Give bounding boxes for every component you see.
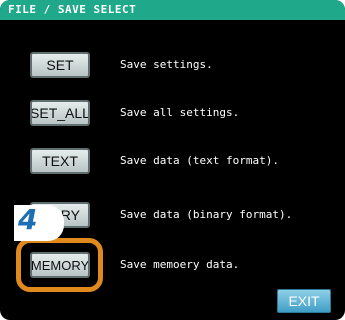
- option-row-set-all: SET_ALL Save all settings.: [0, 100, 345, 132]
- set-description: Save settings.: [120, 58, 213, 71]
- text-button[interactable]: TEXT: [30, 148, 90, 174]
- option-row-set: SET Save settings.: [0, 52, 345, 84]
- text-description: Save data (text format).: [120, 154, 279, 167]
- exit-button[interactable]: EXIT: [277, 289, 331, 313]
- set-all-button[interactable]: SET_ALL: [30, 100, 90, 126]
- screen-title: FILE / SAVE SELECT: [8, 3, 137, 16]
- set-button[interactable]: SET: [30, 52, 90, 78]
- binary-description: Save data (binary format).: [120, 208, 293, 221]
- step-number: 4: [18, 203, 38, 236]
- memory-highlight-ring: [16, 238, 103, 292]
- option-row-text: TEXT Save data (text format).: [0, 148, 345, 180]
- memory-description: Save memoery data.: [120, 258, 240, 271]
- set-all-description: Save all settings.: [120, 106, 240, 119]
- title-bar: FILE / SAVE SELECT: [0, 0, 345, 20]
